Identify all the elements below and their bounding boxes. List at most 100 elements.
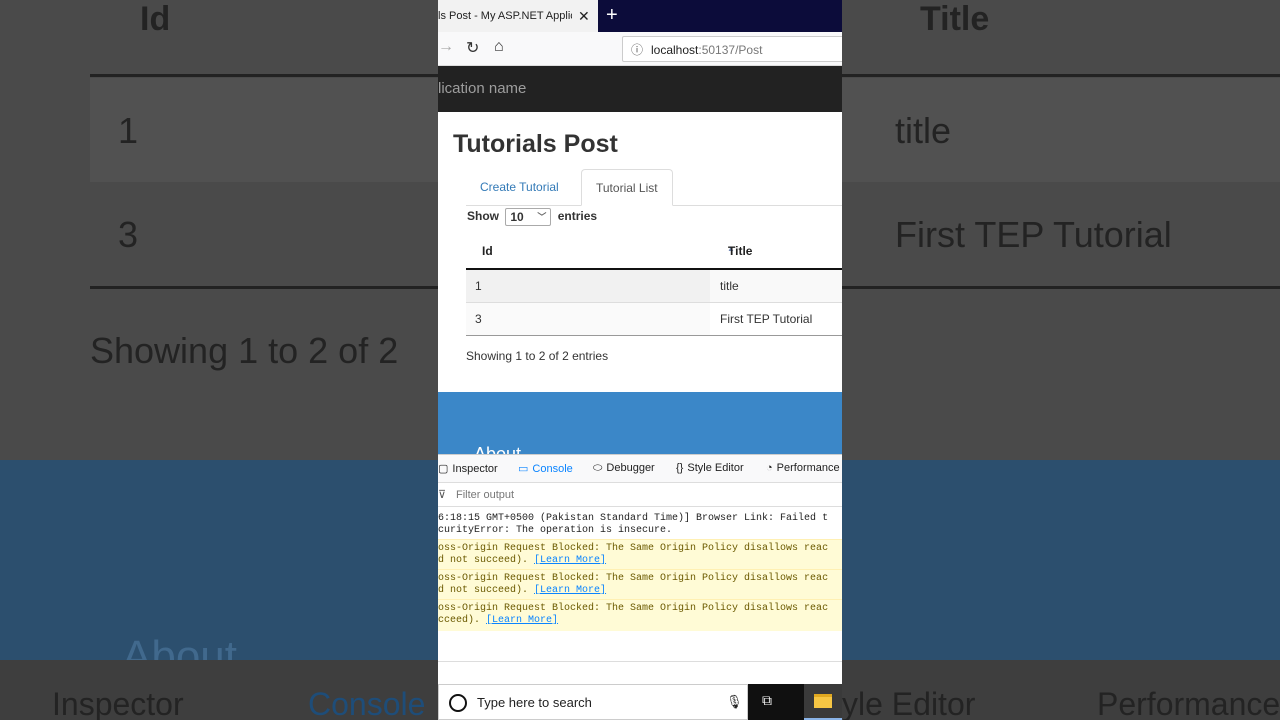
bg-row2-id: 3 (118, 214, 139, 255)
folder-icon (814, 694, 832, 708)
cell-id: 1 (466, 270, 710, 302)
taskbar-search[interactable]: Type here to search 🎙 (438, 684, 748, 720)
bg-divider (842, 286, 1280, 289)
url-path: :50137/Post (698, 43, 763, 57)
style-editor-icon: {} (676, 462, 684, 474)
app-brand-link[interactable]: lication name (438, 80, 526, 97)
column-header-id[interactable]: Id (482, 244, 493, 258)
console-icon: ▭ (518, 463, 529, 475)
bg-divider (90, 286, 438, 289)
learn-more-link[interactable]: [Learn More] (486, 615, 558, 626)
home-icon[interactable]: ⌂ (494, 38, 504, 56)
tab-tutorial-list[interactable]: Tutorial List (581, 169, 673, 206)
log-line: oss-Origin Request Blocked: The Same Ori… (438, 543, 829, 554)
info-icon[interactable]: ⓘ (631, 41, 643, 58)
bg-row1-id: 1 (118, 110, 139, 151)
bg-row2-title: First TEP Tutorial (895, 214, 1172, 255)
tab-console[interactable]: ▭ Console (518, 462, 573, 475)
tab-style-editor[interactable]: {} Style Editor (676, 462, 744, 474)
tab-label: Console (532, 463, 573, 475)
tab-inspector[interactable]: ▢ Inspector (438, 462, 498, 475)
cell-title: First TEP Tutorial (720, 312, 813, 326)
cortana-icon (449, 694, 467, 712)
column-header-title[interactable]: Title (728, 244, 752, 258)
page-content: Tutorials Post Create Tutorial Tutorial … (438, 112, 842, 392)
cell-title: title (720, 279, 739, 293)
task-view-icon[interactable]: ⧉ (762, 692, 772, 709)
bg-header-id: Id (140, 0, 171, 38)
bg-info: Showing 1 to 2 of 2 (90, 330, 399, 371)
page-tabs: Create Tutorial Tutorial List (466, 169, 842, 206)
console-warning: oss-Origin Request Blocked: The Same Ori… (438, 599, 842, 631)
new-tab-icon[interactable]: + (606, 4, 618, 26)
console-warning: oss-Origin Request Blocked: The Same Ori… (438, 539, 842, 569)
tab-debugger[interactable]: ⬭ Debugger (593, 462, 655, 475)
tab-label: Inspector (452, 463, 498, 475)
bg-header-title: Title (920, 0, 990, 38)
footer-heading: About (474, 444, 522, 454)
devtools-tabs: ▢ Inspector ▭ Console ⬭ Debugger {} Style Ed… (438, 455, 842, 483)
entries-label: entries (557, 209, 598, 224)
learn-more-link[interactable]: [Learn More] (534, 585, 606, 596)
url-host: localhost (651, 43, 699, 57)
log-line: curityError: The operation is insecure. (438, 525, 673, 536)
log-line: 6:18:15 GMT+0500 (Pakistan Standard Time… (438, 513, 829, 524)
log-line: d not succeed). (438, 555, 535, 566)
log-line: d not succeed). (438, 585, 535, 596)
bg-console: Console (308, 686, 426, 720)
bg-style-editor: yle Editor (842, 686, 976, 720)
page-size-value: 10 (510, 210, 524, 224)
browser-window: ls Post - My ASP.NET Applic ✕ + → ↻ ⌂ ⓘ … (438, 0, 842, 720)
tab-performance[interactable]: ◔ Performance (766, 462, 840, 474)
taskbar-search-input[interactable]: Type here to search (477, 695, 592, 710)
table-info: Showing 1 to 2 of 2 entries (466, 349, 609, 363)
app-navbar: lication name (438, 66, 842, 112)
bg-inspector: Inspector (52, 686, 184, 720)
close-icon[interactable]: ✕ (578, 0, 590, 32)
devtools-panel: ▢ Inspector ▭ Console ⬭ Debugger {} Style Ed… (438, 454, 842, 684)
tab-create-tutorial[interactable]: Create Tutorial (466, 169, 573, 206)
performance-icon: ◔ (766, 462, 773, 474)
console-warning: oss-Origin Request Blocked: The Same Ori… (438, 569, 842, 599)
url-text: localhost:50137/Post (651, 43, 762, 57)
cell-id: 3 (466, 303, 710, 335)
page-length-control: Show 10 ﹀ entries (467, 208, 597, 226)
console-filter[interactable]: ⊽ Filter output (438, 483, 842, 507)
page-title: Tutorials Post (453, 130, 618, 158)
filter-icon: ⊽ (438, 489, 447, 501)
show-label: Show (467, 209, 499, 224)
windows-taskbar: Type here to search 🎙 ⧉ (438, 684, 842, 720)
table-row[interactable]: 3 First TEP Tutorial (466, 303, 842, 336)
console-message: 6:18:15 GMT+0500 (Pakistan Standard Time… (438, 511, 842, 539)
learn-more-link[interactable]: [Learn More] (534, 555, 606, 566)
browser-tab[interactable]: ls Post - My ASP.NET Applic ✕ (438, 0, 598, 32)
forward-icon[interactable]: → (438, 38, 454, 56)
table-header: Id ▲ Title (466, 232, 842, 270)
console-input[interactable] (438, 661, 842, 662)
tab-label: Performance (776, 462, 840, 474)
bg-row1-title: title (895, 110, 952, 151)
log-line: oss-Origin Request Blocked: The Same Ori… (438, 573, 829, 584)
log-line: cceed). (438, 615, 487, 626)
browser-tab-title: ls Post - My ASP.NET Applic (438, 10, 572, 22)
page-size-select[interactable]: 10 ﹀ (505, 208, 552, 226)
reload-icon[interactable]: ↻ (466, 38, 479, 58)
log-line: oss-Origin Request Blocked: The Same Ori… (438, 603, 829, 614)
bg-row-shade (90, 78, 438, 182)
microphone-icon[interactable]: 🎙 (726, 694, 743, 710)
browser-nav-bar: → ↻ ⌂ ⓘ localhost:50137/Post (438, 32, 842, 66)
bg-divider (842, 74, 1280, 77)
bg-performance: Performance (1097, 686, 1280, 720)
footer-section: About (438, 392, 842, 454)
chevron-down-icon: ﹀ (537, 212, 547, 222)
file-explorer-button[interactable] (804, 684, 842, 720)
table-row[interactable]: 1 title (466, 270, 842, 303)
tab-label: Debugger (606, 462, 655, 474)
url-bar[interactable]: ⓘ localhost:50137/Post (622, 36, 842, 62)
inspector-icon: ▢ (438, 463, 449, 475)
bg-divider (90, 74, 438, 77)
debugger-icon: ⬭ (593, 462, 603, 474)
browser-tab-bar: ls Post - My ASP.NET Applic ✕ + (438, 0, 842, 32)
tab-label: Style Editor (687, 462, 744, 474)
filter-input[interactable]: Filter output (456, 489, 514, 501)
